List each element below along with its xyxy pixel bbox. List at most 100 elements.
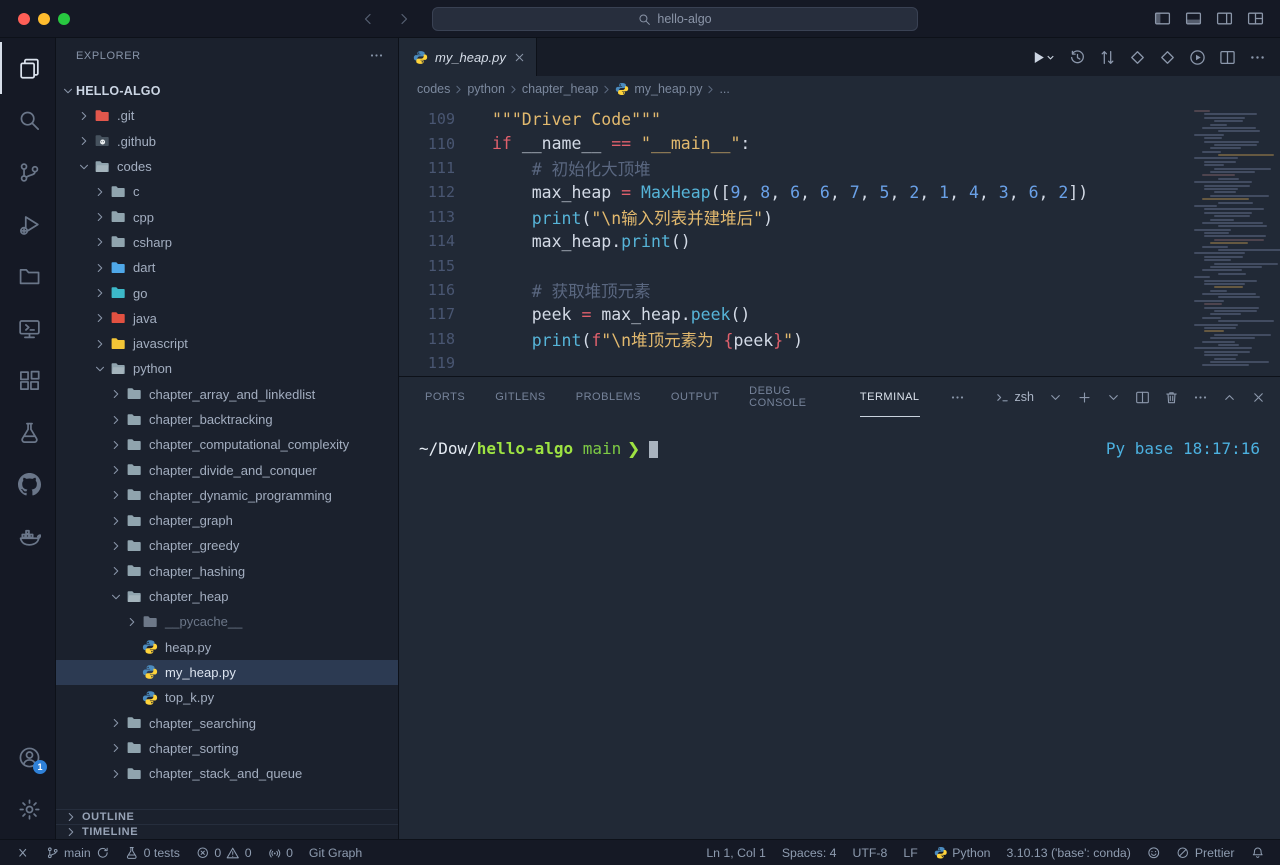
panel-tab-terminal[interactable]: TERMINAL [860,377,920,417]
status-indentation[interactable]: Spaces: 4 [774,840,845,865]
line-number[interactable]: 115 [399,257,455,275]
back-icon[interactable] [360,11,376,27]
code-line[interactable]: 112 max_heap = MaxHeap([9, 8, 6, 6, 7, 5… [399,180,1280,204]
activity-docker[interactable] [0,510,56,562]
breadcrumb-codes[interactable]: codes [417,82,450,96]
tree-item-hello-algo[interactable]: HELLO-ALGO [56,78,398,103]
panel-tab-output[interactable]: OUTPUT [671,377,719,417]
status-problems[interactable]: 00 [188,840,260,865]
close-panel[interactable] [1251,390,1266,405]
line-number[interactable]: 117 [399,305,455,323]
tree-item-.github[interactable]: .github [56,129,398,154]
tree-item-javascript[interactable]: javascript [56,331,398,356]
tree-item-chapter_graph[interactable]: chapter_graph [56,508,398,533]
line-number[interactable]: 116 [399,281,455,299]
tree-item-dart[interactable]: dart [56,255,398,280]
tree-item-chapter_searching[interactable]: chapter_searching [56,710,398,735]
tree-item-chapter_computational_complexity[interactable]: chapter_computational_complexity [56,432,398,457]
more-actions-button[interactable] [1249,49,1266,66]
section-timeline[interactable]: TIMELINE [56,824,398,839]
code-editor[interactable]: 109 """Driver Code""" 110 if __name__ ==… [399,102,1280,376]
tree-item-cpp[interactable]: cpp [56,204,398,229]
code-line[interactable]: 111 # 初始化大顶堆 [399,156,1280,180]
command-center-search[interactable]: hello-algo [432,7,918,31]
zoom-window-button[interactable] [58,13,70,25]
run-python-file-button[interactable] [1030,49,1056,66]
code-line[interactable]: 114 max_heap.print() [399,229,1280,253]
tree-item-chapter_heap[interactable]: chapter_heap [56,584,398,609]
line-number[interactable]: 113 [399,208,455,226]
status-cursor-position[interactable]: Ln 1, Col 1 [698,840,773,865]
tree-item-codes[interactable]: codes [56,154,398,179]
breadcrumb-chapter_heap[interactable]: chapter_heap [522,82,598,96]
code-line[interactable]: 109 """Driver Code""" [399,107,1280,131]
file-history-button[interactable] [1069,49,1086,66]
activity-explorer[interactable] [0,42,56,94]
code-line[interactable]: 113 print("\n输入列表并建堆后") [399,205,1280,229]
kill-terminal[interactable] [1164,390,1179,405]
status-git-graph[interactable]: Git Graph [301,840,370,865]
previous-change-button[interactable] [1129,49,1146,66]
new-terminal[interactable] [1077,390,1092,405]
status-encoding[interactable]: UTF-8 [845,840,896,865]
activity-github[interactable] [0,458,56,510]
status-python-interpreter[interactable]: 3.10.13 ('base': conda) [999,840,1139,865]
explorer-more-actions-icon[interactable] [369,48,384,63]
activity-testing[interactable] [0,406,56,458]
split-terminal[interactable] [1135,390,1150,405]
activity-settings[interactable] [0,783,56,835]
tree-item-.git[interactable]: .git [56,103,398,128]
status-tests[interactable]: 0 tests [117,840,188,865]
breadcrumb-python[interactable]: python [467,82,505,96]
panel-more-tabs-icon[interactable] [950,390,965,405]
tree-item-chapter_stack_and_queue[interactable]: chapter_stack_and_queue [56,761,398,786]
line-number[interactable]: 119 [399,354,455,372]
tree-item-csharp[interactable]: csharp [56,230,398,255]
tree-item-chapter_array_and_linkedlist[interactable]: chapter_array_and_linkedlist [56,382,398,407]
close-tab-icon[interactable] [513,51,526,64]
status-feedback[interactable] [1139,840,1169,865]
line-number[interactable]: 110 [399,135,455,153]
status-notifications[interactable] [1243,840,1273,865]
terminal-dropdown[interactable] [1106,390,1121,405]
tree-item-my_heap.py[interactable]: my_heap.py [56,660,398,685]
activity-project-library[interactable] [0,250,56,302]
minimize-window-button[interactable] [38,13,50,25]
tree-item-go[interactable]: go [56,280,398,305]
status-prettier[interactable]: Prettier [1168,840,1242,865]
tree-item-c[interactable]: c [56,179,398,204]
tree-item-top_k.py[interactable]: top_k.py [56,685,398,710]
panel-tab-debug-console[interactable]: DEBUG CONSOLE [749,377,830,417]
editor-tab-my_heap.py[interactable]: my_heap.py [399,38,537,76]
tree-item-chapter_hashing[interactable]: chapter_hashing [56,559,398,584]
maximize-panel[interactable] [1222,390,1237,405]
tree-item-python[interactable]: python [56,356,398,381]
tree-item-chapter_divide_and_conquer[interactable]: chapter_divide_and_conquer [56,457,398,482]
breadcrumb-...[interactable]: ... [719,82,729,96]
more-actions[interactable] [1193,390,1208,405]
code-line[interactable]: 116 # 获取堆顶元素 [399,278,1280,302]
activity-source-control[interactable] [0,146,56,198]
tree-item-__pycache__[interactable]: __pycache__ [56,609,398,634]
layout-grid-icon[interactable] [1247,10,1264,27]
line-number[interactable]: 114 [399,232,455,250]
panel-tab-problems[interactable]: PROBLEMS [576,377,641,417]
terminal-output[interactable]: ~/Dow/hello-algo main ❯ Py base 18:17:16 [399,417,1280,839]
close-window-button[interactable] [18,13,30,25]
run-or-debug-button[interactable] [1189,49,1206,66]
code-line[interactable]: 119 [399,351,1280,375]
launch-profile[interactable] [1048,390,1063,405]
line-number[interactable]: 109 [399,110,455,128]
tree-item-chapter_dynamic_programming[interactable]: chapter_dynamic_programming [56,483,398,508]
line-number[interactable]: 111 [399,159,455,177]
forward-icon[interactable] [396,11,412,27]
activity-extensions[interactable] [0,354,56,406]
open-changes-button[interactable] [1099,49,1116,66]
tree-item-java[interactable]: java [56,306,398,331]
code-line[interactable]: 110 if __name__ == "__main__": [399,131,1280,155]
line-number[interactable]: 112 [399,183,455,201]
status-eol[interactable]: LF [895,840,925,865]
section-outline[interactable]: OUTLINE [56,809,398,824]
tree-item-chapter_sorting[interactable]: chapter_sorting [56,736,398,761]
tree-item-chapter_backtracking[interactable]: chapter_backtracking [56,407,398,432]
